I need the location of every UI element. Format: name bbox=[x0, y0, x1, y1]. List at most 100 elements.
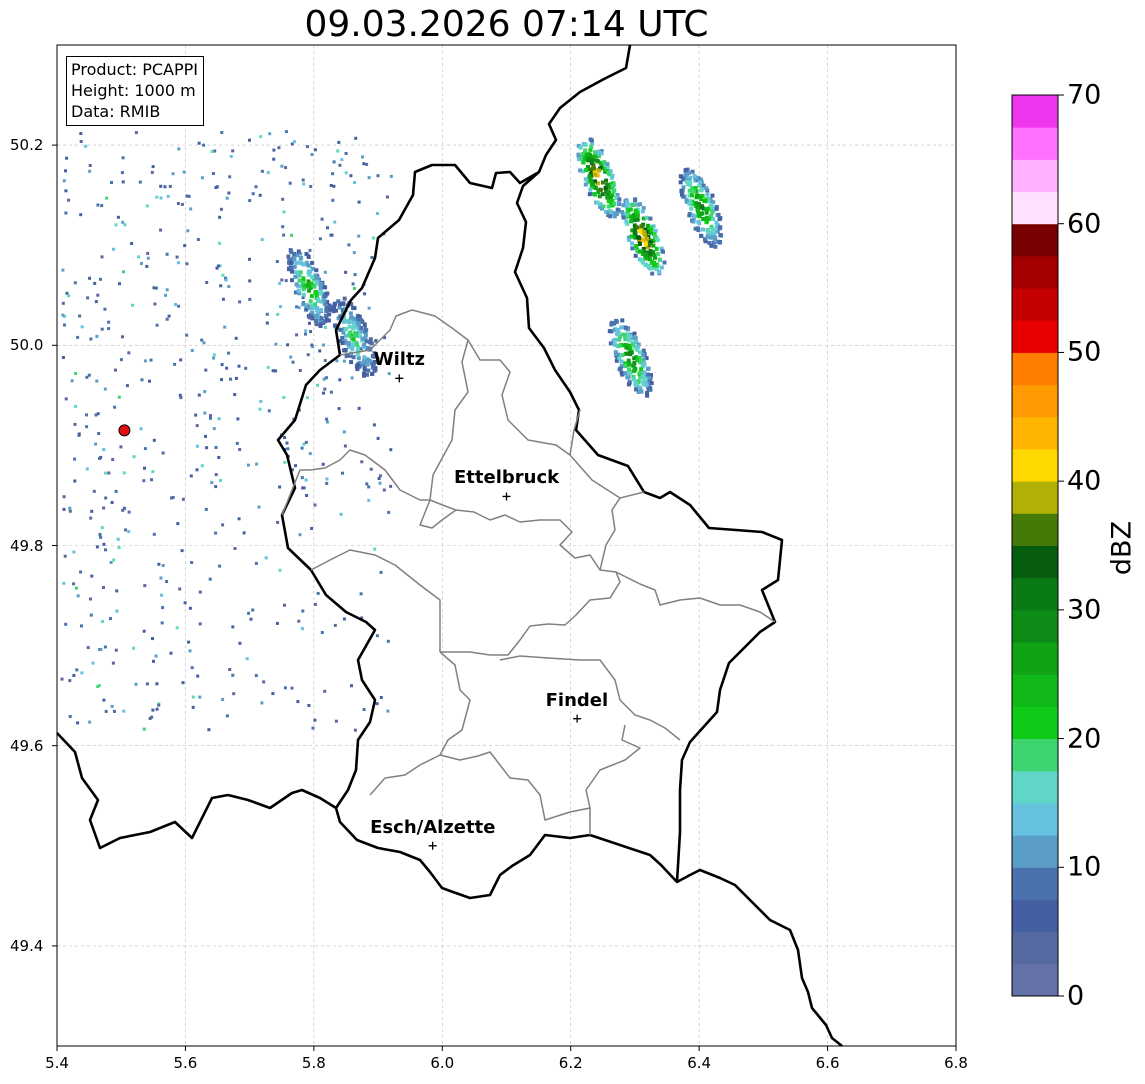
cell-echo bbox=[710, 235, 715, 240]
speckle-echo bbox=[76, 594, 80, 598]
cell-echo bbox=[318, 324, 323, 328]
cell-echo bbox=[307, 288, 312, 293]
cell-echo bbox=[351, 305, 356, 310]
cell-echo bbox=[718, 240, 722, 245]
speckle-echo bbox=[100, 255, 104, 259]
speckle-echo bbox=[187, 640, 191, 644]
cell-echo bbox=[352, 320, 357, 325]
cell-echo bbox=[627, 371, 632, 376]
cell-echo bbox=[630, 203, 635, 207]
speckle-echo bbox=[121, 156, 125, 160]
speckle-echo bbox=[177, 261, 180, 265]
cell-echo bbox=[635, 214, 639, 219]
cell-echo bbox=[597, 151, 601, 156]
speckle-echo bbox=[248, 138, 251, 142]
cell-echo bbox=[310, 260, 315, 265]
cell-echo bbox=[687, 188, 692, 193]
speckle-echo bbox=[98, 533, 102, 536]
speckle-echo bbox=[113, 405, 117, 409]
cell-echo bbox=[620, 318, 625, 323]
y-tick-label: 49.4 bbox=[10, 936, 44, 955]
speckle-echo bbox=[178, 393, 182, 397]
cell-echo bbox=[649, 227, 654, 232]
speckle-echo bbox=[375, 702, 379, 706]
speckle-echo bbox=[116, 215, 120, 219]
speckle-echo bbox=[260, 238, 264, 242]
speckle-echo bbox=[73, 457, 77, 461]
speckle-echo bbox=[306, 353, 310, 357]
speckle-echo bbox=[323, 359, 327, 363]
colorbar-swatch bbox=[1012, 127, 1058, 160]
cell-echo bbox=[294, 261, 299, 265]
speckle-echo bbox=[157, 703, 161, 707]
speckle-echo bbox=[191, 695, 195, 699]
speckle-echo bbox=[103, 471, 107, 475]
speckle-echo bbox=[258, 407, 262, 411]
speckle-echo bbox=[64, 211, 68, 215]
cell-echo bbox=[318, 282, 323, 287]
speckle-echo bbox=[95, 334, 99, 338]
cell-echo bbox=[301, 292, 306, 297]
speckle-echo bbox=[214, 485, 218, 489]
speckle-echo bbox=[63, 323, 66, 327]
speckle-echo bbox=[288, 181, 292, 185]
colorbar-swatch bbox=[1012, 95, 1058, 128]
speckle-echo bbox=[151, 637, 154, 641]
cell-echo bbox=[289, 261, 294, 265]
speckle-echo bbox=[229, 377, 232, 381]
speckle-echo bbox=[284, 279, 288, 283]
colorbar-swatch bbox=[1012, 835, 1058, 868]
speckle-echo bbox=[298, 533, 302, 537]
cell-echo bbox=[314, 314, 319, 318]
speckle-echo bbox=[266, 171, 270, 175]
speckle-echo bbox=[204, 507, 208, 511]
colorbar-swatch bbox=[1012, 674, 1058, 707]
speckle-echo bbox=[146, 251, 150, 255]
speckle-echo bbox=[219, 207, 223, 211]
speckle-echo bbox=[281, 197, 285, 201]
speckle-echo bbox=[367, 306, 371, 310]
cell-echo bbox=[331, 309, 336, 314]
speckle-echo bbox=[360, 460, 364, 464]
cell-echo bbox=[318, 307, 323, 312]
speckle-echo bbox=[74, 404, 78, 408]
speckle-echo bbox=[304, 478, 308, 482]
speckle-echo bbox=[89, 516, 93, 520]
speckle-echo bbox=[251, 192, 255, 196]
cell-echo bbox=[684, 173, 688, 178]
speckle-echo bbox=[95, 545, 99, 549]
cell-echo bbox=[590, 181, 595, 186]
speckle-echo bbox=[143, 359, 147, 363]
speckle-echo bbox=[367, 176, 371, 180]
speckle-echo bbox=[62, 179, 66, 183]
cell-echo bbox=[342, 296, 347, 301]
speckle-echo bbox=[104, 548, 107, 552]
speckle-echo bbox=[190, 666, 194, 670]
cell-echo bbox=[616, 201, 621, 206]
speckle-echo bbox=[175, 626, 179, 630]
cell-echo bbox=[297, 278, 302, 283]
speckle-echo bbox=[88, 720, 92, 724]
speckle-echo bbox=[103, 645, 107, 649]
colorbar-tick-label: 10 bbox=[1067, 851, 1102, 883]
colorbar-swatch bbox=[1012, 770, 1058, 804]
cell-echo bbox=[359, 325, 364, 330]
speckle-echo bbox=[79, 570, 83, 574]
cell-echo bbox=[643, 252, 648, 257]
speckle-echo bbox=[64, 622, 68, 626]
cell-echo bbox=[699, 233, 704, 238]
cell-echo bbox=[704, 210, 709, 215]
speckle-echo bbox=[80, 325, 84, 329]
speckle-echo bbox=[338, 378, 342, 382]
radar-map[interactable] bbox=[0, 0, 1145, 1084]
speckle-echo bbox=[357, 234, 361, 238]
cell-echo bbox=[681, 185, 686, 190]
x-tick-label: 6.0 bbox=[430, 1054, 455, 1072]
cell-echo bbox=[307, 315, 312, 320]
cell-echo bbox=[653, 228, 658, 233]
cell-echo bbox=[610, 173, 615, 178]
western-border bbox=[56, 732, 337, 850]
speckle-echo bbox=[284, 166, 288, 170]
speckle-echo bbox=[219, 284, 223, 288]
speckle-echo bbox=[61, 356, 65, 359]
